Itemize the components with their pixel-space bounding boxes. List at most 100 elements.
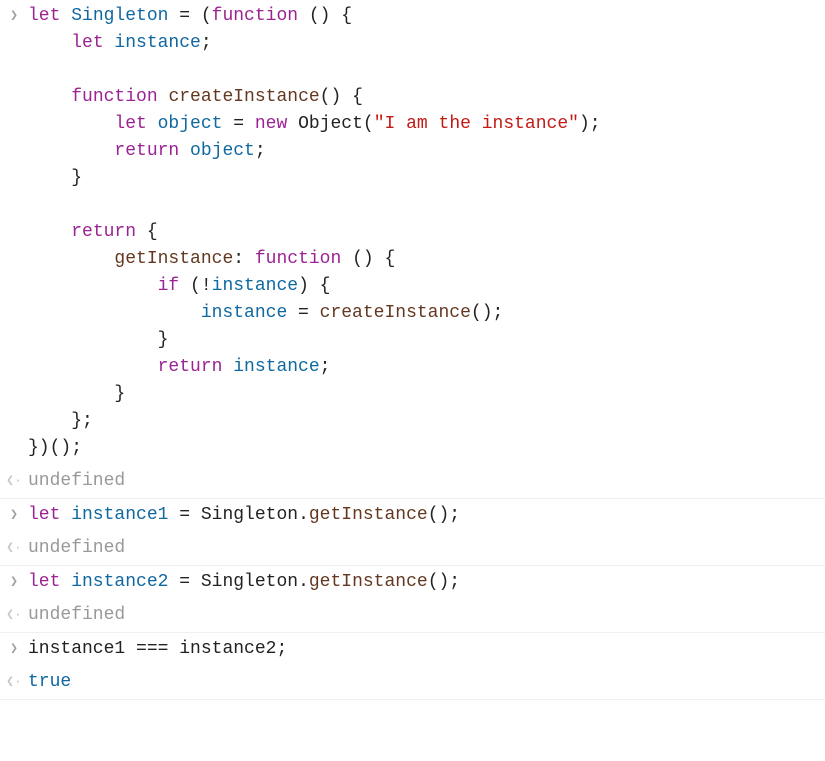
keyword-let: let <box>28 505 60 525</box>
identifier: Singleton <box>71 6 168 26</box>
keyword-return: return <box>114 141 179 161</box>
indent <box>28 357 158 377</box>
punct: = ( <box>168 6 211 26</box>
input-arrow-icon: ❯ <box>10 6 18 26</box>
punct: = <box>168 505 200 525</box>
indent <box>28 276 158 296</box>
console-output-row: ❮· true <box>0 666 825 700</box>
punct: = <box>287 303 319 323</box>
punct: ; <box>201 33 212 53</box>
console-input-row[interactable]: ❯ let instance2 = Singleton.getInstance(… <box>0 566 825 599</box>
console-input-code[interactable]: let instance2 = Singleton.getInstance(); <box>28 569 821 596</box>
operator: === <box>125 639 179 659</box>
keyword-function: function <box>212 6 298 26</box>
keyword-let: let <box>114 114 146 134</box>
identifier: instance1 <box>60 505 168 525</box>
identifier: Singleton <box>201 572 298 592</box>
input-prompt-gutter: ❯ <box>0 569 28 592</box>
output-prompt-gutter: ❮· <box>0 535 28 558</box>
output-arrow-icon: ❮· <box>6 471 22 491</box>
indent <box>28 168 71 188</box>
output-arrow-icon: ❮· <box>6 672 22 692</box>
input-prompt-gutter: ❯ <box>0 502 28 525</box>
punct: . <box>298 505 309 525</box>
punct: (); <box>428 505 460 525</box>
property-name: getInstance <box>114 249 233 269</box>
keyword-function: function <box>255 249 341 269</box>
punct: ( <box>363 114 374 134</box>
function-name: createInstance <box>158 87 320 107</box>
console-output-row: ❮· undefined <box>0 465 825 499</box>
punct: () { <box>341 249 395 269</box>
string-literal: "I am the instance" <box>374 114 579 134</box>
keyword-new: new <box>255 114 287 134</box>
indent <box>28 303 201 323</box>
punct: ; <box>276 639 287 659</box>
indent <box>28 330 158 350</box>
identifier: instance1 <box>28 639 125 659</box>
indent <box>28 87 71 107</box>
console-input-code[interactable]: let Singleton = (function () { let insta… <box>28 3 821 462</box>
punct: = <box>168 572 200 592</box>
keyword-return: return <box>158 357 223 377</box>
punct: ) { <box>298 276 330 296</box>
console-output-value: undefined <box>28 602 821 629</box>
punct: ); <box>579 114 601 134</box>
console-input-code[interactable]: let instance1 = Singleton.getInstance(); <box>28 502 821 529</box>
console-input-code[interactable]: instance1 === instance2; <box>28 636 821 663</box>
output-prompt-gutter: ❮· <box>0 669 28 692</box>
input-prompt-gutter: ❯ <box>0 3 28 26</box>
punct: (); <box>471 303 503 323</box>
operator: ! <box>201 276 212 296</box>
punct: ; <box>320 357 331 377</box>
console-output-row: ❮· undefined <box>0 599 825 633</box>
output-prompt-gutter: ❮· <box>0 468 28 491</box>
indent <box>28 411 71 431</box>
identifier: instance <box>201 303 287 323</box>
identifier: instance2 <box>60 572 168 592</box>
punct: (); <box>428 572 460 592</box>
keyword-let: let <box>71 33 103 53</box>
punct: () { <box>298 6 352 26</box>
input-arrow-icon: ❯ <box>10 505 18 525</box>
input-prompt-gutter: ❯ <box>0 636 28 659</box>
keyword-return: return <box>71 222 136 242</box>
output-arrow-icon: ❮· <box>6 538 22 558</box>
method-call: getInstance <box>309 505 428 525</box>
identifier: object <box>179 141 255 161</box>
keyword-if: if <box>158 276 180 296</box>
indent <box>28 33 71 53</box>
indent <box>28 384 114 404</box>
console-output-value: undefined <box>28 468 821 495</box>
identifier: instance <box>222 357 319 377</box>
console-input-row[interactable]: ❯ let Singleton = (function () { let ins… <box>0 0 825 465</box>
punct: } <box>71 168 82 188</box>
punct: } <box>158 330 169 350</box>
punct: })(); <box>28 438 82 458</box>
output-prompt-gutter: ❮· <box>0 602 28 625</box>
indent <box>28 141 114 161</box>
indent <box>28 222 71 242</box>
console-input-row[interactable]: ❯ let instance1 = Singleton.getInstance(… <box>0 499 825 532</box>
console-input-row[interactable]: ❯ instance1 === instance2; <box>0 633 825 666</box>
identifier: instance2 <box>179 639 276 659</box>
punct: } <box>114 384 125 404</box>
input-arrow-icon: ❯ <box>10 572 18 592</box>
identifier: instance <box>212 276 298 296</box>
keyword-let: let <box>28 572 60 592</box>
input-arrow-icon: ❯ <box>10 639 18 659</box>
constructor-name: Object <box>287 114 363 134</box>
punct: = <box>222 114 254 134</box>
punct: }; <box>71 411 93 431</box>
identifier: Singleton <box>201 505 298 525</box>
identifier: object <box>147 114 223 134</box>
punct: ; <box>255 141 266 161</box>
keyword-let: let <box>28 6 60 26</box>
method-call: getInstance <box>309 572 428 592</box>
indent <box>28 249 114 269</box>
punct: . <box>298 572 309 592</box>
console-output-value: undefined <box>28 535 821 562</box>
punct: ( <box>179 276 201 296</box>
punct: () { <box>320 87 363 107</box>
punct: : <box>233 249 255 269</box>
